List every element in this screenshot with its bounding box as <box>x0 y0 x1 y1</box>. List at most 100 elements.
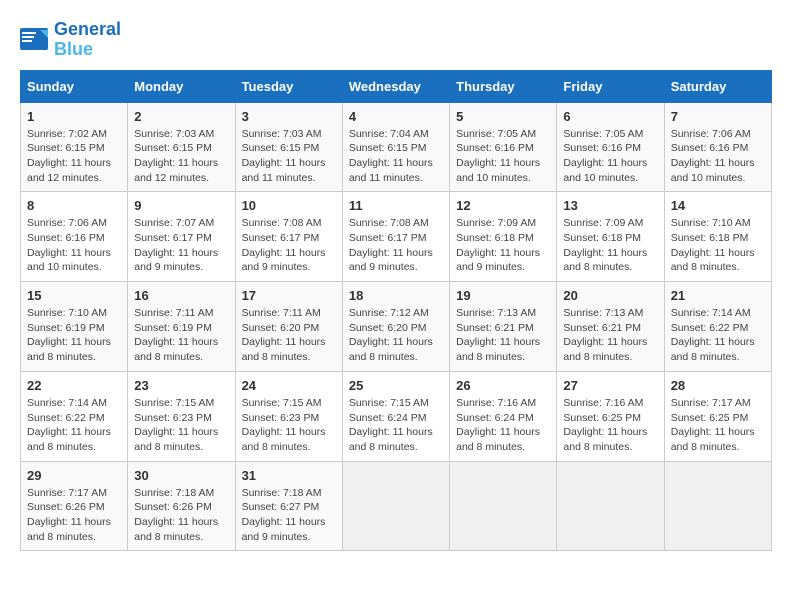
calendar-cell: 1Sunrise: 7:02 AM Sunset: 6:15 PM Daylig… <box>21 102 128 192</box>
calendar-cell: 29 Sunrise: 7:17 AM Sunset: 6:26 PM Dayli… <box>21 461 128 551</box>
calendar-cell: 14 Sunrise: 7:10 AM Sunset: 6:18 PM Dayli… <box>664 192 771 282</box>
day-info: Sunrise: 7:17 AM Sunset: 6:25 PM Dayligh… <box>671 396 765 455</box>
calendar-week-row: 29 Sunrise: 7:17 AM Sunset: 6:26 PM Dayli… <box>21 461 772 551</box>
day-info: Sunrise: 7:10 AM Sunset: 6:19 PM Dayligh… <box>27 306 121 365</box>
day-number: 16 <box>134 288 228 303</box>
day-number: 7 <box>671 109 765 124</box>
day-number: 17 <box>242 288 336 303</box>
calendar-cell: 28 Sunrise: 7:17 AM Sunset: 6:25 PM Dayli… <box>664 371 771 461</box>
day-number: 24 <box>242 378 336 393</box>
calendar-cell: 30Sunrise: 7:18 AM Sunset: 6:26 PM Dayli… <box>128 461 235 551</box>
day-info: Sunrise: 7:12 AM Sunset: 6:20 PM Dayligh… <box>349 306 443 365</box>
calendar-cell: 8 Sunrise: 7:06 AM Sunset: 6:16 PM Daylig… <box>21 192 128 282</box>
calendar-cell: 5 Sunrise: 7:05 AM Sunset: 6:16 PM Daylig… <box>450 102 557 192</box>
logo-icon <box>20 28 50 52</box>
day-info: Sunrise: 7:03 AM Sunset: 6:15 PM Dayligh… <box>242 127 336 186</box>
weekday-header: Saturday <box>664 70 771 102</box>
day-info: Sunrise: 7:07 AM Sunset: 6:17 PM Dayligh… <box>134 216 228 275</box>
day-info: Sunrise: 7:18 AM Sunset: 6:26 PM Dayligh… <box>134 486 228 545</box>
calendar-cell: 20 Sunrise: 7:13 AM Sunset: 6:21 PM Dayli… <box>557 282 664 372</box>
day-info: Sunrise: 7:14 AM Sunset: 6:22 PM Dayligh… <box>27 396 121 455</box>
calendar-cell <box>450 461 557 551</box>
day-info: Sunrise: 7:13 AM Sunset: 6:21 PM Dayligh… <box>563 306 657 365</box>
calendar-cell: 23 Sunrise: 7:15 AM Sunset: 6:23 PM Dayli… <box>128 371 235 461</box>
calendar-cell: 3 Sunrise: 7:03 AM Sunset: 6:15 PM Daylig… <box>235 102 342 192</box>
day-info: Sunrise: 7:10 AM Sunset: 6:18 PM Dayligh… <box>671 216 765 275</box>
weekday-header: Sunday <box>21 70 128 102</box>
day-info: Sunrise: 7:16 AM Sunset: 6:25 PM Dayligh… <box>563 396 657 455</box>
day-info: Sunrise: 7:15 AM Sunset: 6:24 PM Dayligh… <box>349 396 443 455</box>
day-info: Sunrise: 7:04 AM Sunset: 6:15 PM Dayligh… <box>349 127 443 186</box>
weekday-header: Thursday <box>450 70 557 102</box>
day-info: Sunrise: 7:08 AM Sunset: 6:17 PM Dayligh… <box>349 216 443 275</box>
calendar-cell <box>557 461 664 551</box>
day-info: Sunrise: 7:11 AM Sunset: 6:19 PM Dayligh… <box>134 306 228 365</box>
calendar-cell: 27 Sunrise: 7:16 AM Sunset: 6:25 PM Dayli… <box>557 371 664 461</box>
calendar-cell: 9Sunrise: 7:07 AM Sunset: 6:17 PM Daylig… <box>128 192 235 282</box>
day-info: Sunrise: 7:09 AM Sunset: 6:18 PM Dayligh… <box>563 216 657 275</box>
day-number: 2 <box>134 109 228 124</box>
day-number: 29 <box>27 468 121 483</box>
calendar-cell: 17 Sunrise: 7:11 AM Sunset: 6:20 PM Dayli… <box>235 282 342 372</box>
calendar-cell <box>342 461 449 551</box>
logo-text: General Blue <box>54 20 121 60</box>
day-info: Sunrise: 7:13 AM Sunset: 6:21 PM Dayligh… <box>456 306 550 365</box>
calendar-cell: 11 Sunrise: 7:08 AM Sunset: 6:17 PM Dayli… <box>342 192 449 282</box>
day-info: Sunrise: 7:14 AM Sunset: 6:22 PM Dayligh… <box>671 306 765 365</box>
day-number: 8 <box>27 198 121 213</box>
calendar-week-row: 22 Sunrise: 7:14 AM Sunset: 6:22 PM Dayli… <box>21 371 772 461</box>
day-info: Sunrise: 7:09 AM Sunset: 6:18 PM Dayligh… <box>456 216 550 275</box>
calendar-header-row: SundayMondayTuesdayWednesdayThursdayFrid… <box>21 70 772 102</box>
day-number: 23 <box>134 378 228 393</box>
day-info: Sunrise: 7:06 AM Sunset: 6:16 PM Dayligh… <box>671 127 765 186</box>
calendar-cell: 15Sunrise: 7:10 AM Sunset: 6:19 PM Dayli… <box>21 282 128 372</box>
day-number: 4 <box>349 109 443 124</box>
calendar-week-row: 1Sunrise: 7:02 AM Sunset: 6:15 PM Daylig… <box>21 102 772 192</box>
calendar-cell: 22 Sunrise: 7:14 AM Sunset: 6:22 PM Dayli… <box>21 371 128 461</box>
calendar-cell: 18 Sunrise: 7:12 AM Sunset: 6:20 PM Dayli… <box>342 282 449 372</box>
day-info: Sunrise: 7:05 AM Sunset: 6:16 PM Dayligh… <box>563 127 657 186</box>
day-number: 31 <box>242 468 336 483</box>
day-number: 13 <box>563 198 657 213</box>
calendar-cell: 7 Sunrise: 7:06 AM Sunset: 6:16 PM Daylig… <box>664 102 771 192</box>
weekday-header: Monday <box>128 70 235 102</box>
calendar-cell: 4 Sunrise: 7:04 AM Sunset: 6:15 PM Daylig… <box>342 102 449 192</box>
day-info: Sunrise: 7:15 AM Sunset: 6:23 PM Dayligh… <box>134 396 228 455</box>
day-info: Sunrise: 7:03 AM Sunset: 6:15 PM Dayligh… <box>134 127 228 186</box>
day-number: 14 <box>671 198 765 213</box>
day-number: 11 <box>349 198 443 213</box>
day-info: Sunrise: 7:05 AM Sunset: 6:16 PM Dayligh… <box>456 127 550 186</box>
day-info: Sunrise: 7:16 AM Sunset: 6:24 PM Dayligh… <box>456 396 550 455</box>
calendar-cell: 25Sunrise: 7:15 AM Sunset: 6:24 PM Dayli… <box>342 371 449 461</box>
day-info: Sunrise: 7:11 AM Sunset: 6:20 PM Dayligh… <box>242 306 336 365</box>
calendar-week-row: 8 Sunrise: 7:06 AM Sunset: 6:16 PM Daylig… <box>21 192 772 282</box>
day-number: 20 <box>563 288 657 303</box>
day-number: 21 <box>671 288 765 303</box>
page-header: General Blue <box>20 20 772 60</box>
day-info: Sunrise: 7:18 AM Sunset: 6:27 PM Dayligh… <box>242 486 336 545</box>
day-info: Sunrise: 7:08 AM Sunset: 6:17 PM Dayligh… <box>242 216 336 275</box>
calendar-table: SundayMondayTuesdayWednesdayThursdayFrid… <box>20 70 772 552</box>
calendar-cell: 6Sunrise: 7:05 AM Sunset: 6:16 PM Daylig… <box>557 102 664 192</box>
day-number: 10 <box>242 198 336 213</box>
day-info: Sunrise: 7:06 AM Sunset: 6:16 PM Dayligh… <box>27 216 121 275</box>
calendar-cell: 26Sunrise: 7:16 AM Sunset: 6:24 PM Dayli… <box>450 371 557 461</box>
day-number: 5 <box>456 109 550 124</box>
day-number: 18 <box>349 288 443 303</box>
weekday-header: Wednesday <box>342 70 449 102</box>
day-number: 22 <box>27 378 121 393</box>
calendar-cell: 31 Sunrise: 7:18 AM Sunset: 6:27 PM Dayli… <box>235 461 342 551</box>
day-info: Sunrise: 7:17 AM Sunset: 6:26 PM Dayligh… <box>27 486 121 545</box>
day-number: 12 <box>456 198 550 213</box>
calendar-cell: 19Sunrise: 7:13 AM Sunset: 6:21 PM Dayli… <box>450 282 557 372</box>
day-number: 3 <box>242 109 336 124</box>
calendar-cell: 16 Sunrise: 7:11 AM Sunset: 6:19 PM Dayli… <box>128 282 235 372</box>
day-number: 28 <box>671 378 765 393</box>
day-number: 1 <box>27 109 121 124</box>
calendar-cell: 10 Sunrise: 7:08 AM Sunset: 6:17 PM Dayli… <box>235 192 342 282</box>
logo: General Blue <box>20 20 121 60</box>
calendar-cell: 21 Sunrise: 7:14 AM Sunset: 6:22 PM Dayli… <box>664 282 771 372</box>
day-number: 27 <box>563 378 657 393</box>
weekday-header: Tuesday <box>235 70 342 102</box>
calendar-cell: 2 Sunrise: 7:03 AM Sunset: 6:15 PM Daylig… <box>128 102 235 192</box>
